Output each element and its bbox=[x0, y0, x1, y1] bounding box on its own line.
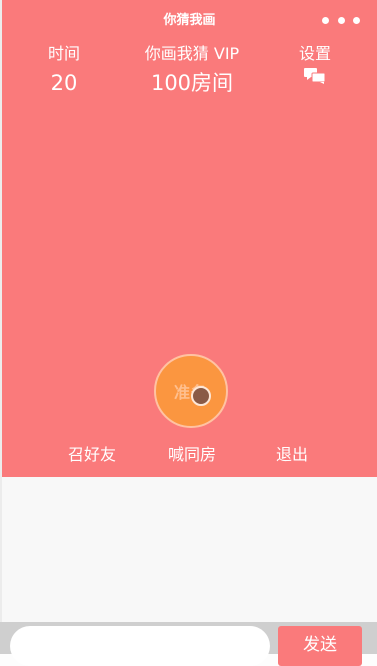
room-stat: 你画我猜 VIP 100房间 bbox=[132, 44, 252, 97]
chat-input-bar: 发送 bbox=[0, 622, 377, 666]
game-panel: 你猜我画 时间 20 你画我猜 VIP 100房间 设置 准备 召好友 喊同房 … bbox=[2, 0, 377, 477]
more-dots-icon bbox=[337, 16, 345, 24]
room-label: 你画我猜 VIP bbox=[144, 44, 240, 63]
chat-bubbles-icon bbox=[304, 68, 326, 84]
settings-button[interactable]: 设置 bbox=[280, 44, 350, 84]
page-title: 你猜我画 bbox=[163, 13, 216, 28]
room-value: 100房间 bbox=[150, 71, 234, 95]
chat-message-area bbox=[2, 477, 377, 622]
time-stat: 时间 20 bbox=[24, 44, 104, 97]
time-label: 时间 bbox=[47, 44, 80, 63]
ready-button[interactable]: 准备 bbox=[154, 354, 228, 428]
more-dots-icon bbox=[322, 16, 329, 24]
call-roommates-button[interactable]: 喊同房 bbox=[168, 445, 216, 465]
chat-input[interactable] bbox=[10, 626, 270, 666]
settings-label: 设置 bbox=[298, 44, 331, 63]
ready-knob-icon bbox=[191, 386, 211, 406]
send-button[interactable]: 发送 bbox=[278, 626, 362, 666]
exit-button[interactable]: 退出 bbox=[276, 445, 308, 465]
more-menu-button[interactable] bbox=[322, 10, 360, 30]
more-dots-icon bbox=[353, 16, 360, 24]
time-value: 20 bbox=[50, 71, 78, 95]
invite-friends-button[interactable]: 召好友 bbox=[68, 445, 116, 465]
